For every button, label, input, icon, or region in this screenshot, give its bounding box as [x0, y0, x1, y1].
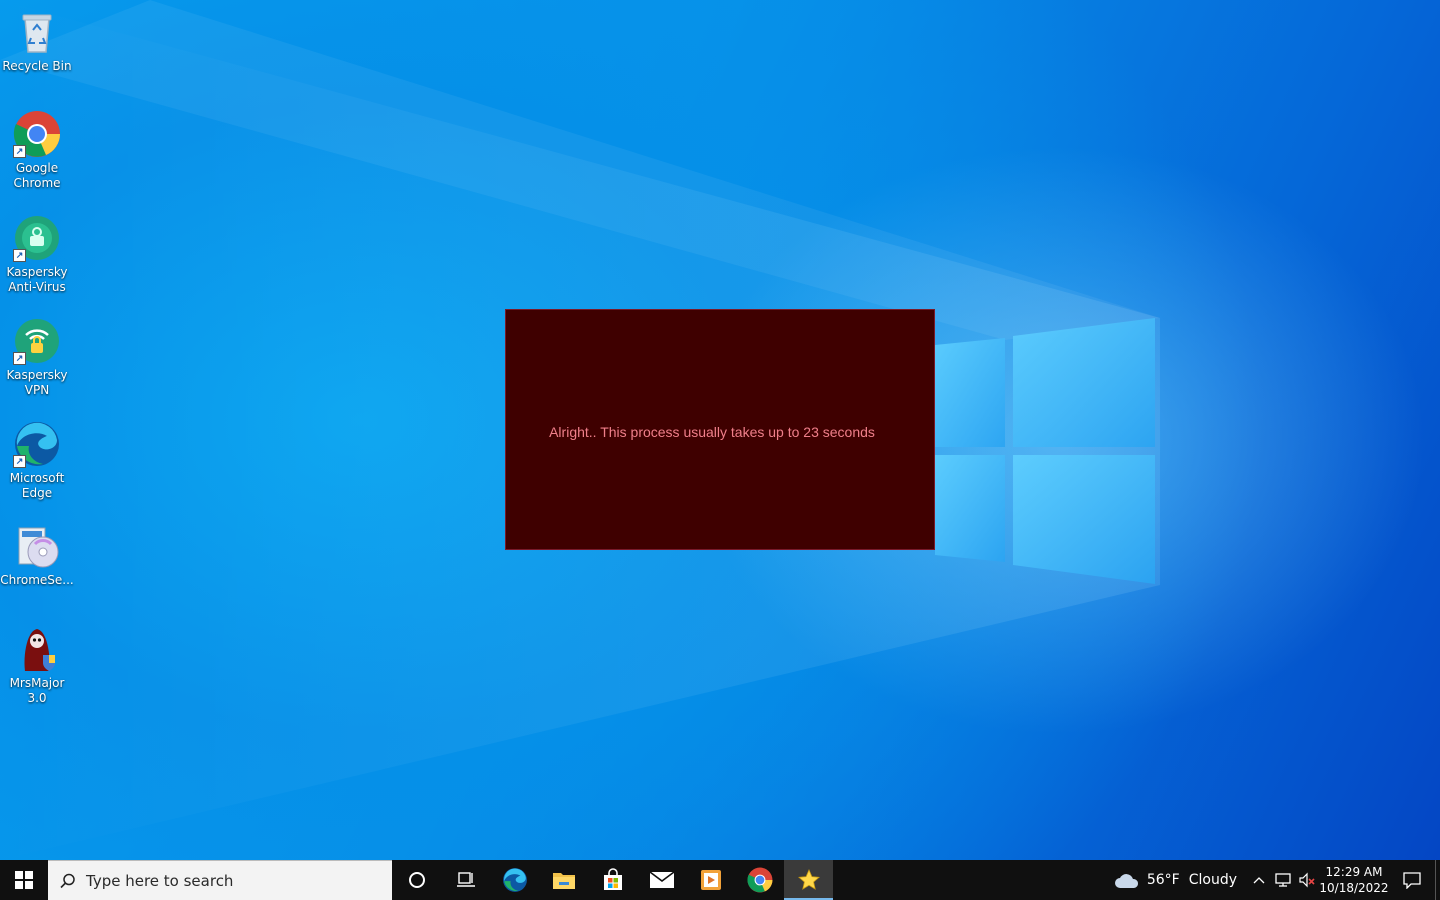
process-dialog: Alright.. This process usually takes up …: [505, 309, 935, 550]
kaspersky-vpn-icon: ↗: [13, 317, 61, 365]
edge-icon: [502, 868, 527, 892]
media-player-icon: [700, 870, 721, 890]
taskbar-mail-button[interactable]: [637, 860, 686, 900]
search-placeholder: Type here to search: [86, 871, 234, 890]
star-app-icon: [797, 869, 820, 890]
installer-disc-icon: [13, 522, 61, 570]
desktop-icon-microsoft-edge[interactable]: ↗ Microsoft Edge: [0, 420, 74, 501]
weather-condition: Cloudy: [1188, 872, 1237, 888]
cortana-icon: [408, 872, 425, 888]
desktop-icon-chromesetup[interactable]: ChromeSe...: [0, 522, 74, 588]
dialog-message: Alright.. This process usually takes up …: [549, 423, 875, 440]
desktop-icon-google-chrome[interactable]: ↗ Google Chrome: [0, 110, 74, 191]
recycle-bin-icon: [13, 8, 61, 56]
desktop-icon-label: Google Chrome: [13, 161, 61, 190]
taskbar-chrome-button[interactable]: [735, 860, 784, 900]
desktop-icon-label: Microsoft Edge: [9, 471, 65, 500]
chrome-icon: ↗: [13, 110, 61, 158]
cloud-icon: [1114, 874, 1138, 888]
taskbar-edge-button[interactable]: [490, 860, 539, 900]
desktop-icon-label: MrsMajor 3.0: [9, 676, 65, 705]
shortcut-arrow-icon: ↗: [13, 352, 26, 365]
desktop-icon-label: Kaspersky Anti-Virus: [6, 265, 68, 294]
clock-time: 12:29 AM: [1325, 865, 1383, 879]
weather-temperature: 56°F: [1146, 872, 1180, 888]
edge-icon: ↗: [13, 420, 61, 468]
desktop-icon-label: ChromeSe...: [0, 573, 74, 587]
kaspersky-antivirus-icon: ↗: [13, 214, 61, 262]
cortana-button[interactable]: [392, 860, 441, 900]
taskbar-file-explorer-button[interactable]: [539, 860, 588, 900]
weather-widget[interactable]: 56°F Cloudy: [1114, 871, 1237, 889]
file-explorer-icon: [552, 873, 575, 889]
desktop-icon-recycle-bin[interactable]: Recycle Bin: [0, 8, 74, 74]
task-view-button[interactable]: [441, 860, 490, 900]
taskbar-media-button[interactable]: [686, 860, 735, 900]
start-button[interactable]: [0, 860, 48, 900]
show-hidden-icons-button[interactable]: [1247, 860, 1271, 900]
notification-icon: [1403, 872, 1421, 889]
action-center-button[interactable]: [1389, 860, 1435, 900]
desktop-icon-kaspersky-vpn[interactable]: ↗ Kaspersky VPN: [0, 317, 74, 398]
search-icon: [60, 873, 75, 888]
chevron-up-icon: [1253, 877, 1265, 884]
taskbar: Type here to search 56°F Cloudy 12:29 AM…: [0, 860, 1440, 900]
shortcut-arrow-icon: ↗: [13, 145, 26, 158]
windows-start-icon: [15, 871, 33, 889]
network-icon: [1275, 873, 1291, 887]
desktop-icon-label: Recycle Bin: [2, 59, 72, 73]
chrome-icon: [746, 867, 772, 893]
clock-date: 10/18/2022: [1319, 881, 1389, 895]
mail-icon: [649, 871, 674, 888]
taskbar-clock[interactable]: 12:29 AM 10/18/2022: [1319, 864, 1389, 896]
shortcut-arrow-icon: ↗: [13, 249, 26, 262]
show-desktop-button[interactable]: [1435, 860, 1440, 900]
network-button[interactable]: [1271, 860, 1295, 900]
volume-button[interactable]: [1295, 860, 1319, 900]
volume-muted-icon: [1299, 872, 1315, 888]
desktop-icon-mrsmajor[interactable]: MrsMajor 3.0: [0, 625, 74, 706]
hooded-figure-icon: [13, 625, 61, 673]
taskbar-star-app-button[interactable]: [784, 860, 833, 900]
store-icon: [603, 868, 622, 890]
desktop-icon-label: Kaspersky VPN: [6, 368, 68, 397]
task-view-icon: [456, 872, 475, 887]
taskbar-search-box[interactable]: Type here to search: [48, 860, 392, 900]
system-tray: 56°F Cloudy 12:29 AM 10/18/2022: [1114, 860, 1440, 900]
taskbar-store-button[interactable]: [588, 860, 637, 900]
shortcut-arrow-icon: ↗: [13, 455, 26, 468]
desktop-icon-kaspersky-antivirus[interactable]: ↗ Kaspersky Anti-Virus: [0, 214, 74, 295]
